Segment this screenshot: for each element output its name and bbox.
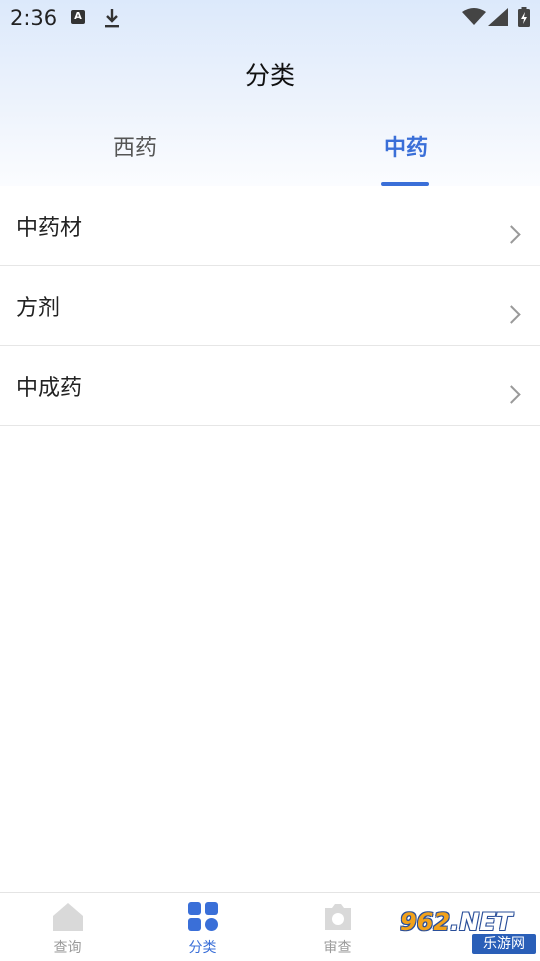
status-time: 2:36 (10, 6, 58, 30)
chevron-right-icon (502, 305, 521, 324)
watermark-number: 962 (400, 908, 451, 936)
watermark-logo: 962.NET 乐游网 (400, 908, 538, 956)
wifi-icon (462, 8, 486, 25)
nav-item-label: 审查 (323, 940, 352, 956)
cell-signal-icon (488, 8, 508, 26)
chevron-right-icon (502, 225, 521, 244)
status-bar: 2:36 A (0, 0, 540, 36)
tab-western-medicine[interactable]: 西药 (65, 130, 205, 162)
list-item-label: 中药材 (16, 216, 83, 241)
page-title: 分类 (244, 61, 295, 90)
list-item-label: 方剂 (16, 296, 61, 321)
battery-icon (518, 7, 530, 27)
home-icon (52, 903, 83, 931)
nav-item-category[interactable]: 分类 (135, 893, 270, 961)
nav-item-label: 查询 (53, 940, 82, 956)
a-notification-icon: A (71, 10, 85, 24)
list-item-patent-medicine[interactable]: 中成药 (0, 346, 540, 426)
grid-icon (187, 902, 218, 931)
nav-item-review[interactable]: 审查 (270, 893, 405, 961)
list-item-label: 中成药 (16, 376, 83, 401)
camera-icon (324, 904, 351, 930)
list-item-herbs[interactable]: 中药材 (0, 186, 540, 266)
nav-item-query[interactable]: 查询 (0, 893, 135, 961)
tab-chinese-medicine[interactable]: 中药 (336, 130, 476, 162)
category-list: 中药材 方剂 中成药 (0, 186, 540, 426)
list-item-prescriptions[interactable]: 方剂 (0, 266, 540, 346)
watermark-suffix: .NET (450, 908, 513, 936)
download-icon (105, 9, 119, 28)
watermark-label: 乐游网 (472, 934, 536, 954)
nav-item-label: 分类 (188, 940, 217, 956)
chevron-right-icon (502, 385, 521, 404)
